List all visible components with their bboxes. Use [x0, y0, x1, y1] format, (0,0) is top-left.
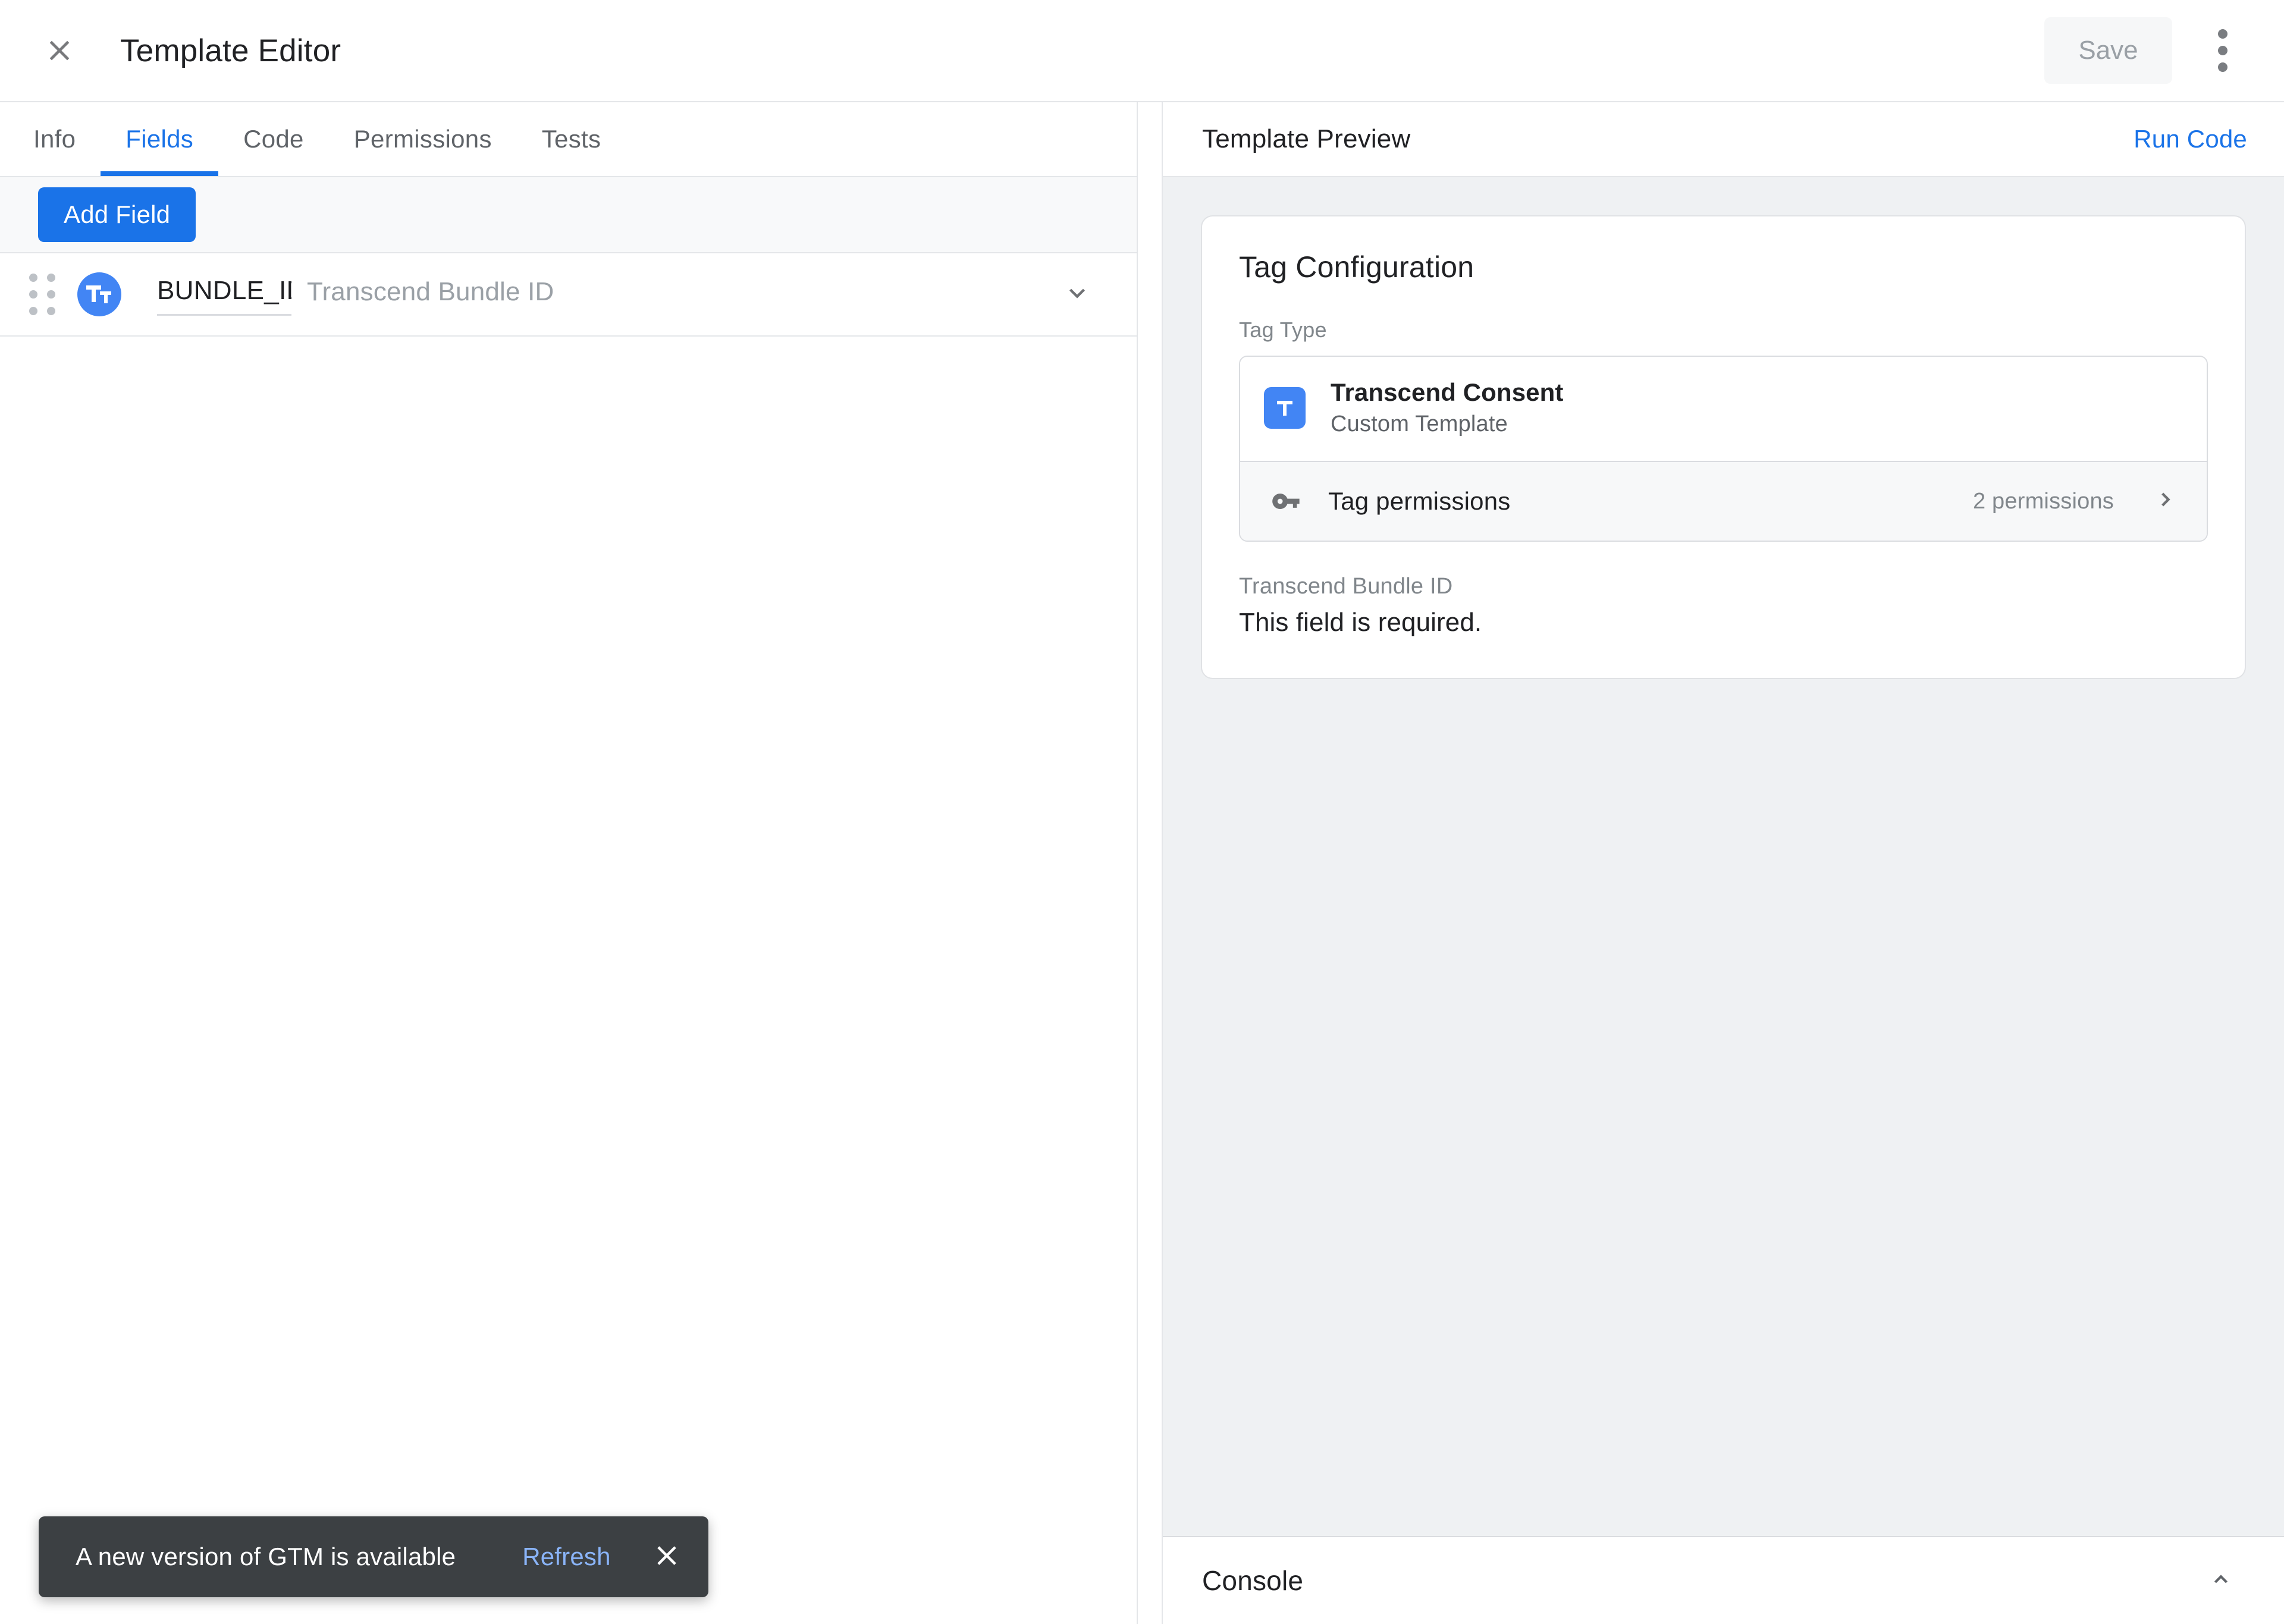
preview-body: Tag Configuration Tag Type Trans: [1163, 177, 2284, 1536]
field-display-name: Transcend Bundle ID: [307, 277, 554, 312]
preview-title: Template Preview: [1202, 124, 1410, 154]
drag-dot: [47, 290, 55, 299]
field-preview-error: This field is required.: [1239, 608, 2208, 637]
drag-handle-icon[interactable]: [24, 267, 61, 322]
editor-left-panel: Info Fields Code Permissions Tests Add F…: [0, 102, 1138, 1624]
tag-type-name: Transcend Consent: [1331, 378, 1563, 407]
custom-template-icon: [1264, 387, 1306, 429]
tab-info[interactable]: Info: [8, 102, 101, 176]
drag-dot: [47, 307, 55, 315]
tag-type-box: Transcend Consent Custom Template Tag pe…: [1239, 356, 2208, 542]
preview-header: Template Preview Run Code: [1163, 102, 2284, 177]
more-vert-icon-dot-3: [2218, 62, 2227, 72]
drag-dot: [29, 290, 37, 299]
close-icon: [651, 1540, 683, 1575]
drag-dot: [47, 274, 55, 282]
tag-type-text: Transcend Consent Custom Template: [1331, 378, 1563, 437]
field-expand-button[interactable]: [1046, 263, 1108, 325]
chevron-down-icon: [1062, 278, 1093, 312]
window-header: Template Editor Save: [0, 0, 2284, 102]
tag-type-subtitle: Custom Template: [1331, 412, 1563, 437]
tag-permissions-label: Tag permissions: [1328, 487, 1510, 516]
key-icon: [1268, 486, 1306, 517]
tab-tests[interactable]: Tests: [517, 102, 626, 176]
tab-permissions[interactable]: Permissions: [329, 102, 517, 176]
pane-divider[interactable]: [1138, 102, 1163, 1624]
save-button[interactable]: Save: [2044, 17, 2172, 84]
fields-list: Transcend Bundle ID: [0, 253, 1137, 1624]
more-options-button[interactable]: [2190, 18, 2255, 83]
snackbar-message: A new version of GTM is available: [76, 1543, 456, 1571]
refresh-button[interactable]: Refresh: [522, 1543, 610, 1571]
console-expand-button[interactable]: [2192, 1552, 2250, 1609]
tag-type-row[interactable]: Transcend Consent Custom Template: [1240, 357, 2207, 461]
console-title: Console: [1202, 1565, 1303, 1597]
tag-permissions-count: 2 permissions: [1973, 489, 2114, 514]
run-code-button[interactable]: Run Code: [2134, 125, 2247, 153]
fields-toolbar: Add Field: [0, 177, 1137, 253]
field-preview: Transcend Bundle ID This field is requir…: [1239, 574, 2208, 637]
chevron-up-icon: [2206, 1565, 2236, 1597]
add-field-button[interactable]: Add Field: [38, 187, 196, 242]
close-icon: [43, 34, 76, 67]
table-row[interactable]: Transcend Bundle ID: [0, 253, 1137, 337]
tag-configuration-title: Tag Configuration: [1239, 250, 2208, 284]
more-vert-icon-dot-2: [2218, 46, 2227, 55]
field-name-input[interactable]: [157, 274, 291, 316]
gtm-update-snackbar: A new version of GTM is available Refres…: [39, 1516, 708, 1597]
drag-dot: [29, 307, 37, 315]
tag-configuration-card: Tag Configuration Tag Type Trans: [1201, 215, 2246, 679]
tag-permissions-row[interactable]: Tag permissions 2 permissions: [1240, 461, 2207, 541]
template-preview-panel: Template Preview Run Code Tag Configurat…: [1163, 102, 2284, 1624]
tab-fields[interactable]: Fields: [101, 102, 218, 176]
template-editor-window: Template Editor Save Info Fields Code Pe…: [0, 0, 2284, 1624]
field-preview-label: Transcend Bundle ID: [1239, 574, 2208, 599]
more-vert-icon-dot-1: [2218, 29, 2227, 39]
console-bar[interactable]: Console: [1163, 1536, 2284, 1624]
drag-dot: [29, 274, 37, 282]
snackbar-close-button[interactable]: [642, 1532, 692, 1582]
editor-body: Info Fields Code Permissions Tests Add F…: [0, 102, 2284, 1624]
chevron-right-icon[interactable]: [2134, 486, 2181, 517]
editor-tabs: Info Fields Code Permissions Tests: [0, 102, 1137, 177]
page-title: Template Editor: [120, 33, 341, 69]
tag-type-label: Tag Type: [1239, 318, 2208, 343]
close-editor-button[interactable]: [24, 15, 95, 86]
text-field-icon: [77, 272, 121, 316]
tab-code[interactable]: Code: [218, 102, 329, 176]
